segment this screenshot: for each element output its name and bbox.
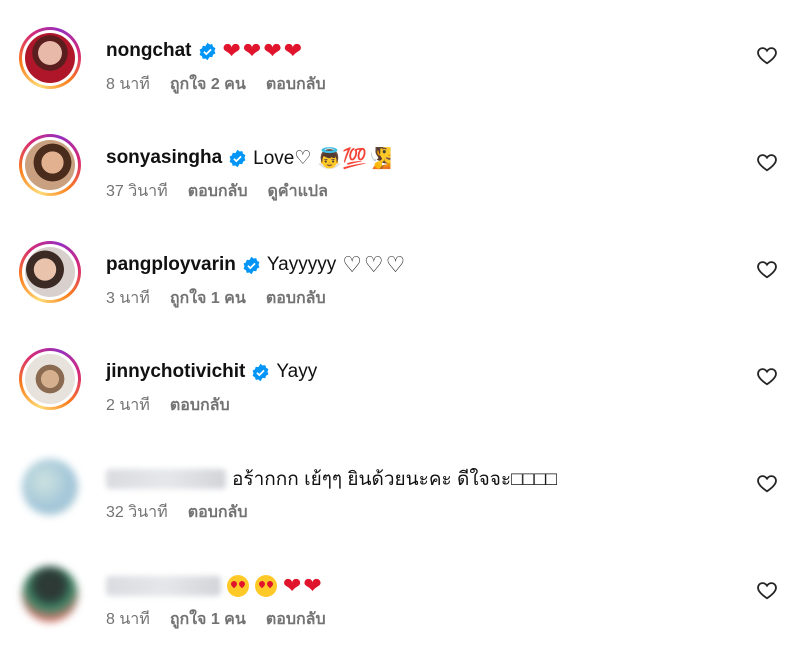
reply-button[interactable]: ตอบกลับ — [170, 393, 230, 418]
comment-list: nongchat ❤❤❤❤ 8 นาที ถูกใจ 2 คน ตอบกลับ … — [0, 0, 800, 659]
likes-count-link[interactable]: ถูกใจ 1 คน — [170, 286, 246, 311]
story-ring[interactable] — [19, 241, 81, 303]
timestamp: 2 นาที — [106, 397, 150, 414]
timestamp: 8 นาที — [106, 76, 150, 93]
verified-badge-icon — [252, 363, 269, 381]
timestamp: 32 วินาที — [106, 504, 168, 521]
timestamp: 37 วินาที — [106, 183, 168, 200]
username[interactable]: nongchat — [106, 40, 192, 62]
comment-item: sonyasingha Love♡ 👼💯🧏 37 วินาที ตอบกลับ … — [0, 134, 800, 241]
username-redacted[interactable] — [106, 576, 221, 596]
comment-text: ❤❤❤❤ — [222, 38, 305, 63]
comment-item: jinnychotivichit Yayy 2 นาที ตอบกลับ — [0, 348, 800, 455]
verified-badge-icon — [229, 149, 246, 167]
reply-button[interactable]: ตอบกลับ — [266, 607, 326, 632]
avatar — [25, 247, 75, 297]
see-translation-link[interactable]: ดูคำแปล — [268, 179, 328, 204]
likes-count-link[interactable]: ถูกใจ 1 คน — [170, 607, 246, 632]
heart-outline-icon[interactable] — [756, 472, 778, 494]
verified-badge-icon — [199, 42, 215, 60]
comment-text: Yayy — [276, 361, 318, 382]
heart-outline-icon[interactable] — [756, 44, 778, 66]
reply-button[interactable]: ตอบกลับ — [266, 72, 326, 97]
comment-item: ❤❤ 8 นาที ถูกใจ 1 คน ตอบกลับ — [0, 562, 800, 669]
avatar[interactable] — [22, 566, 78, 622]
heart-outline-icon[interactable] — [756, 151, 778, 173]
heart-eyes-emoji-icon — [255, 575, 277, 597]
comment-item: อร้ากกก เย้ๆๆ ยินด้วยนะคะ ดีใจจะ□□□□ 32 … — [0, 455, 800, 562]
timestamp: 3 นาที — [106, 290, 150, 307]
comment-emojis: ♡♡♡ — [342, 252, 408, 277]
story-ring[interactable] — [19, 134, 81, 196]
reply-button[interactable]: ตอบกลับ — [188, 500, 248, 525]
avatar — [25, 140, 75, 190]
story-ring[interactable] — [19, 348, 81, 410]
story-ring[interactable] — [19, 27, 81, 89]
comment-text: ❤❤ — [283, 573, 324, 598]
avatar[interactable] — [22, 459, 78, 515]
comment-text: อร้ากกก เย้ๆๆ ยินด้วยนะคะ ดีใจจะ□□□□ — [232, 469, 558, 490]
likes-count-link[interactable]: ถูกใจ 2 คน — [170, 72, 246, 97]
comment-text: Yayyyyy — [266, 254, 337, 275]
verified-badge-icon — [243, 256, 260, 274]
comment-item: nongchat ❤❤❤❤ 8 นาที ถูกใจ 2 คน ตอบกลับ — [0, 27, 800, 134]
avatar — [25, 33, 75, 83]
username-redacted[interactable] — [106, 469, 226, 489]
reply-button[interactable]: ตอบกลับ — [188, 179, 248, 204]
comment-text: Love♡ — [253, 147, 312, 169]
username[interactable]: sonyasingha — [106, 147, 222, 169]
comment-emojis: 👼💯🧏 — [317, 146, 393, 170]
timestamp: 8 นาที — [106, 611, 150, 628]
heart-outline-icon[interactable] — [756, 579, 778, 601]
comment-item: pangployvarin Yayyyyy ♡♡♡ 3 นาที ถูกใจ 1… — [0, 241, 800, 348]
heart-outline-icon[interactable] — [756, 258, 778, 280]
heart-outline-icon[interactable] — [756, 365, 778, 387]
heart-eyes-emoji-icon — [227, 575, 249, 597]
avatar — [25, 354, 75, 404]
reply-button[interactable]: ตอบกลับ — [266, 286, 326, 311]
username[interactable]: jinnychotivichit — [106, 361, 245, 383]
username[interactable]: pangployvarin — [106, 254, 236, 276]
